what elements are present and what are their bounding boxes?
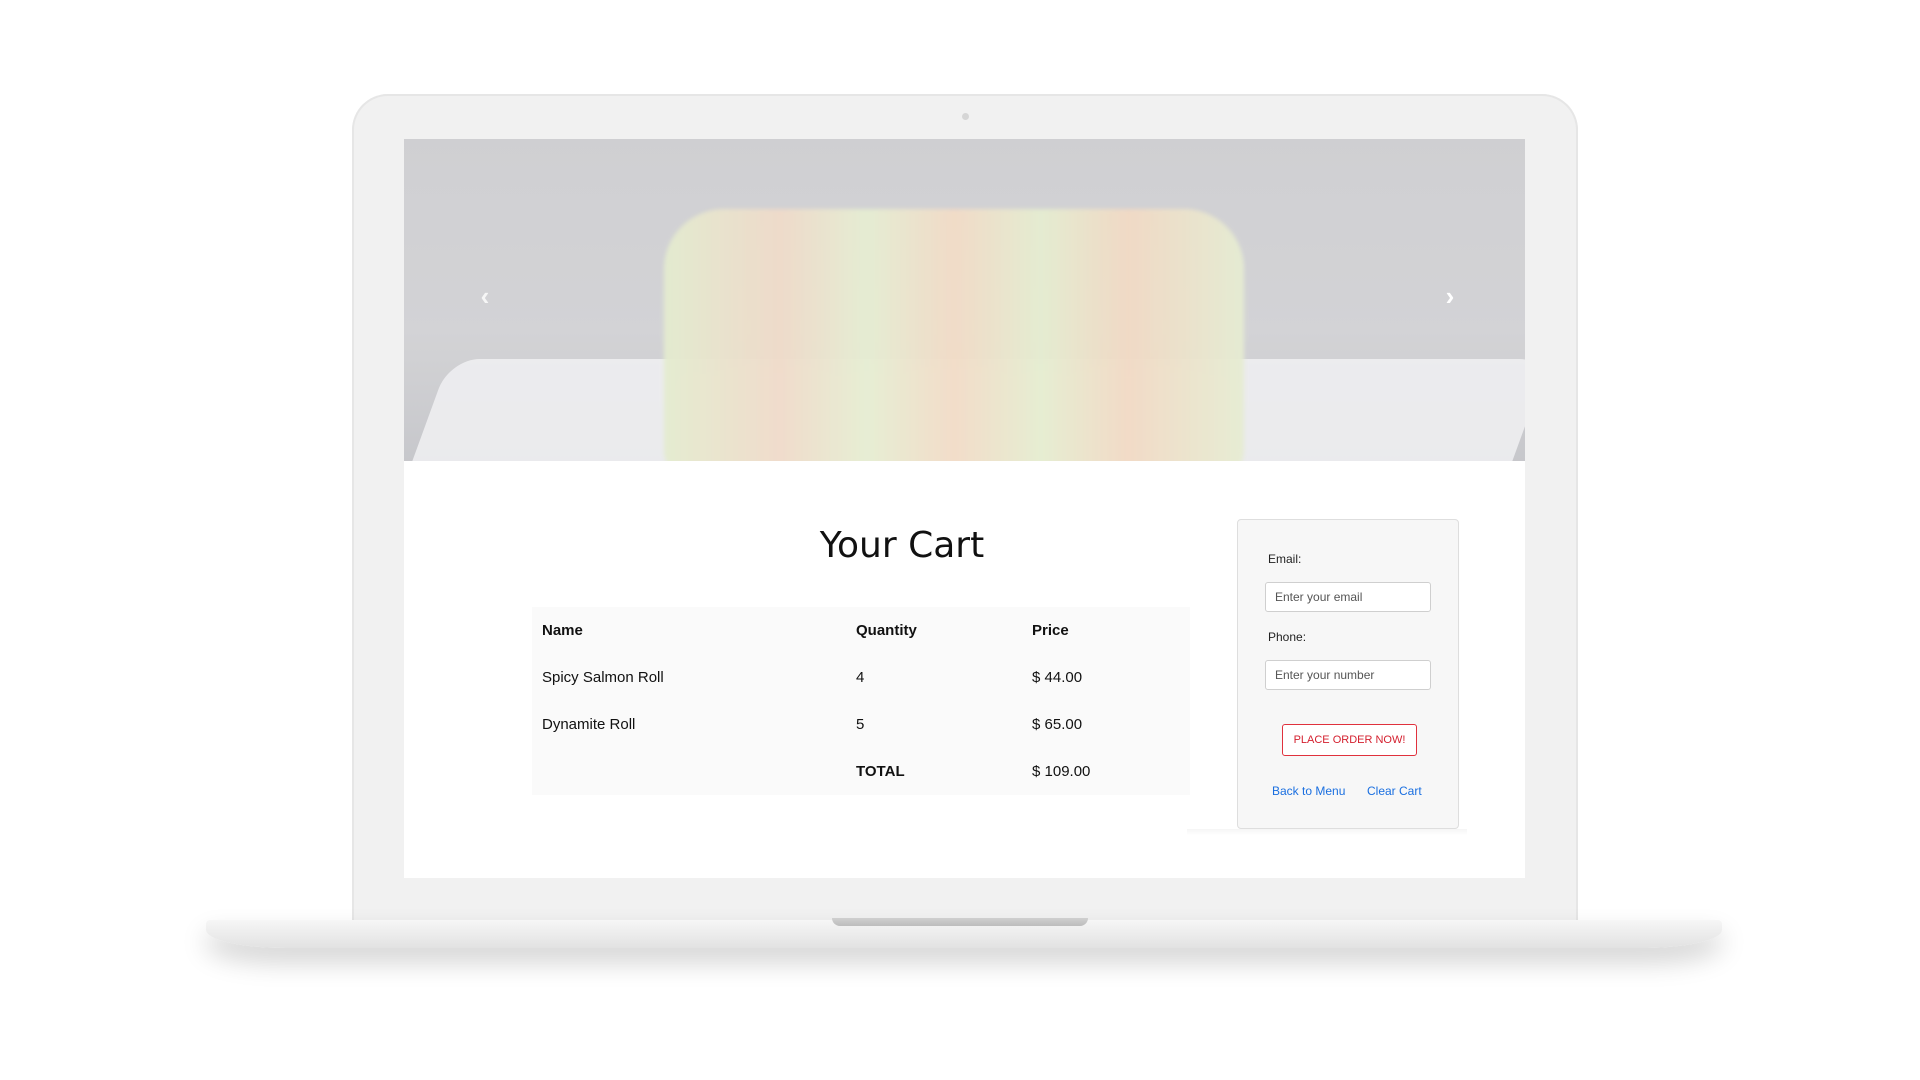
- email-label: Email:: [1268, 552, 1302, 566]
- email-field[interactable]: [1265, 582, 1431, 612]
- camera-dot: [962, 113, 969, 120]
- phone-field[interactable]: [1265, 660, 1431, 690]
- table-row: Dynamite Roll 5 $ 65.00: [532, 701, 1190, 748]
- table-header-row: Name Quantity Price: [532, 607, 1190, 654]
- back-to-menu-link[interactable]: Back to Menu: [1272, 784, 1345, 798]
- column-header-price: Price: [1032, 622, 1069, 639]
- laptop-mockup: ‹ › Your Cart Name Quantity Price Spicy …: [0, 0, 1920, 1080]
- total-empty-cell: [532, 748, 846, 795]
- hero-carousel: ‹ ›: [404, 139, 1525, 461]
- page-title: Your Cart: [819, 525, 985, 566]
- browser-screen: ‹ › Your Cart Name Quantity Price Spicy …: [404, 139, 1525, 878]
- chevron-right-icon[interactable]: ›: [1435, 281, 1465, 311]
- phone-label: Phone:: [1268, 630, 1307, 644]
- total-row: TOTAL $ 109.00: [532, 748, 1190, 795]
- item-name: Dynamite Roll: [542, 716, 636, 733]
- cart-table: Name Quantity Price Spicy Salmon Roll 4 …: [532, 607, 1190, 795]
- column-header-name: Name: [542, 622, 583, 639]
- item-quantity: 5: [856, 716, 865, 733]
- chevron-left-icon[interactable]: ‹: [470, 281, 500, 311]
- item-price: $ 65.00: [1032, 716, 1083, 733]
- laptop-notch: [832, 918, 1088, 926]
- order-form: Email: Phone: PLACE ORDER NOW! Back to M…: [1237, 519, 1459, 829]
- place-order-button[interactable]: PLACE ORDER NOW!: [1282, 724, 1417, 756]
- table-row: Spicy Salmon Roll 4 $ 44.00: [532, 654, 1190, 701]
- panel-shadow: [1187, 829, 1467, 835]
- hero-overlay: [404, 139, 1525, 461]
- item-price: $ 44.00: [1032, 669, 1083, 686]
- column-header-quantity: Quantity: [856, 622, 917, 639]
- total-price: $ 109.00: [1032, 763, 1091, 780]
- clear-cart-link[interactable]: Clear Cart: [1367, 784, 1422, 798]
- item-quantity: 4: [856, 669, 865, 686]
- item-name: Spicy Salmon Roll: [542, 669, 664, 686]
- total-label: TOTAL: [856, 763, 905, 780]
